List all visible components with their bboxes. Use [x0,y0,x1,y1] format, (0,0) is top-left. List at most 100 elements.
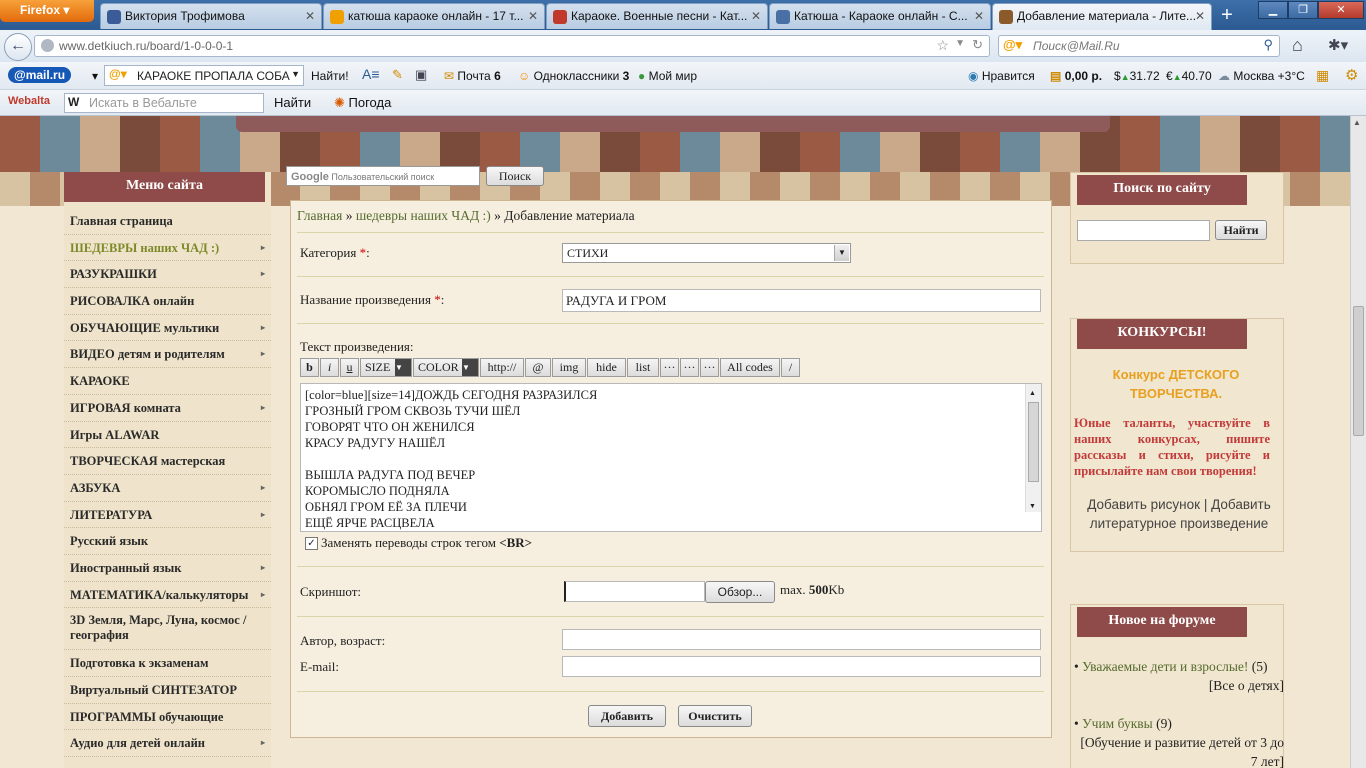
forum-item-section[interactable]: [Все о детях] [1074,676,1284,695]
back-arrow-icon[interactable]: ← [4,33,32,61]
menu-item[interactable]: Русский язык [64,528,271,555]
dropdown-arrow-icon[interactable]: ▼ [955,38,965,49]
forum-item[interactable]: • Уважаемые дети и взрослые! (5) [Все о … [1074,657,1284,695]
google-search-input[interactable]: Google Пользовательский поиск [286,166,480,186]
extra-button[interactable]: ··· [680,358,699,377]
menu-item[interactable]: Виртуальный СИНТЕЗАТОР [64,677,271,704]
tab-1[interactable]: Виктория Трофимова ✕ [100,3,322,29]
forum-item-title[interactable]: Учим буквы [1082,716,1153,731]
menu-item[interactable]: ИГРОВАЯ комната ▸ [64,395,271,422]
usd-rate[interactable]: $▲31.72 [1114,69,1160,83]
forum-item-title[interactable]: Уважаемые дети и взрослые! [1082,659,1248,674]
underline-button[interactable]: u [340,358,359,377]
link-button[interactable]: http:// [480,358,524,377]
email-input[interactable] [562,656,1041,677]
webalta-search-input[interactable]: W Искать в Вебальте [64,93,264,113]
site-search-button[interactable]: Найти [1215,220,1267,240]
size-select[interactable]: SIZE ▼ [360,358,412,377]
magnifier-icon[interactable]: ⚲ [1263,37,1273,53]
maximize-button[interactable]: ❐ [1288,1,1318,19]
menu-item[interactable]: АЗБУКА ▸ [64,475,271,502]
menu-item[interactable]: 3D Земля, Марс, Луна, космос / география [64,608,271,651]
odnoklassniki-link[interactable]: ☺ Одноклассники 3 [518,69,629,83]
moi-mir-link[interactable]: ● Мой мир [638,69,697,83]
text-editor[interactable]: [color=blue][size=14]ДОЖДЬ СЕГОДНЯ РАЗРА… [300,383,1042,532]
page-scrollbar[interactable]: ▲ [1350,116,1366,768]
menu-item[interactable]: ПРОГРАММЫ обучающие [64,704,271,731]
tab-5-active[interactable]: Добавление материала - Лите... ✕ [992,3,1212,30]
menu-item[interactable]: ОБУЧАЮЩИЕ мультики ▸ [64,315,271,342]
search-engine-input[interactable]: @▾ Поиск@Mail.Ru ⚲ [998,35,1280,57]
bookmark-star-icon[interactable]: ☆ [936,37,949,54]
menu-item[interactable]: ЛИТЕРАТУРА ▸ [64,502,271,529]
mailru-logo[interactable]: @mail.ru [8,67,72,83]
add-drawing-link[interactable]: Добавить рисунок [1087,497,1200,512]
weather-widget[interactable]: ☁ Москва +3°C [1218,69,1305,83]
menu-item[interactable]: Подготовка к экзаменам [64,650,271,677]
close-tab-icon[interactable]: ✕ [974,9,984,23]
menu-item[interactable]: МАТЕМАТИКА/калькуляторы ▸ [64,582,271,609]
menu-item[interactable]: РИСОВАЛКА онлайн [64,288,271,315]
weather-link[interactable]: ✺ Погода [334,95,391,111]
menu-item[interactable]: Иностранный язык ▸ [64,555,271,582]
menu-item[interactable]: КАРАОКЕ [64,368,271,395]
breadcrumb-section-link[interactable]: шедевры наших ЧАД :) [356,208,491,223]
close-tags-button[interactable]: / [781,358,800,377]
close-window-button[interactable]: ✕ [1318,1,1364,19]
close-tab-icon[interactable]: ✕ [305,9,315,23]
menu-item[interactable]: ВИДЕО детям и родителям ▸ [64,341,271,369]
close-tab-icon[interactable]: ✕ [751,9,761,23]
mail-link[interactable]: ✉ Почта 6 [444,69,501,83]
dropdown-arrow-icon[interactable]: ▾ [92,69,98,83]
toolbar-find-button[interactable]: Найти! [311,69,349,83]
toolbar-search-input[interactable]: @▾ КАРАОКЕ ПРОПАЛА СОБА ▼ [104,65,304,86]
menu-item[interactable]: Игры ALAWAR [64,422,271,449]
title-input[interactable]: РАДУГА И ГРОМ [562,289,1041,312]
italic-button[interactable]: i [320,358,339,377]
close-tab-icon[interactable]: ✕ [528,9,538,23]
like-button[interactable]: ◉ Нравится [968,69,1035,83]
extra-button[interactable]: ··· [660,358,679,377]
site-search-input[interactable] [1077,220,1210,241]
scroll-up-icon[interactable]: ▲ [1029,385,1036,401]
screenshot-file-input[interactable] [564,581,705,602]
scroll-down-icon[interactable]: ▼ [1029,498,1036,514]
dropdown-arrow-icon[interactable]: ▼ [834,245,849,261]
puzzle-icon[interactable]: ▦ [1316,67,1329,84]
menu-item[interactable]: ШЕДЕВРЫ наших ЧАД :) ▸ [64,235,271,262]
editor-scrollbar[interactable]: ▲ ▼ [1025,384,1041,512]
scroll-up-icon[interactable]: ▲ [1353,118,1361,127]
tab-3[interactable]: Караоке. Военные песни - Кат... ✕ [546,3,768,29]
tab-2[interactable]: катюша караоке онлайн - 17 т... ✕ [323,3,545,29]
br-checkbox[interactable]: ✓ [305,537,318,550]
url-bar[interactable]: www.detkiuch.ru/board/1-0-0-0-1 ☆ ▼ ↻ [34,35,990,57]
author-input[interactable] [562,629,1041,650]
extra-button[interactable]: ··· [700,358,719,377]
forum-item[interactable]: • Учим буквы (9) [Обучение и развитие де… [1074,714,1284,768]
hide-button[interactable]: hide [587,358,626,377]
close-tab-icon[interactable]: ✕ [1195,9,1205,23]
all-codes-button[interactable]: All codes [720,358,780,377]
menu-item[interactable]: Аудио для детей онлайн ▸ [64,730,271,758]
google-search-button[interactable]: Поиск [486,166,544,186]
breadcrumb-home-link[interactable]: Главная [297,208,342,223]
settings-gear-icon[interactable]: ⚙ [1345,66,1358,84]
category-select[interactable]: СТИХИ ▼ [562,243,851,263]
bold-button[interactable]: b [300,358,319,377]
menu-item[interactable]: ТВОРЧЕСКАЯ мастерская [64,448,271,475]
color-select[interactable]: COLOR ▼ [413,358,479,377]
menu-item[interactable]: РАЗУКРАШКИ ▸ [64,261,271,289]
submit-button[interactable]: Добавить [588,705,666,727]
webalta-find-button[interactable]: Найти [274,95,311,110]
font-size-icon[interactable]: A≡ [362,66,380,82]
tab-4[interactable]: Катюша - Караоке онлайн - С... ✕ [769,3,991,29]
scrollbar-thumb[interactable] [1353,306,1364,436]
scrollbar-thumb[interactable] [1028,402,1039,482]
webalta-logo[interactable]: Webalta [8,95,50,107]
clear-button[interactable]: Очистить [678,705,752,727]
eur-rate[interactable]: €▲40.70 [1166,69,1212,83]
email-button[interactable]: @ [525,358,551,377]
menu-item[interactable]: Главная страница [64,208,271,235]
home-icon[interactable]: ⌂ [1292,35,1303,56]
forum-item-section[interactable]: [Обучение и развитие детей от 3 до 7 лет… [1074,733,1284,768]
